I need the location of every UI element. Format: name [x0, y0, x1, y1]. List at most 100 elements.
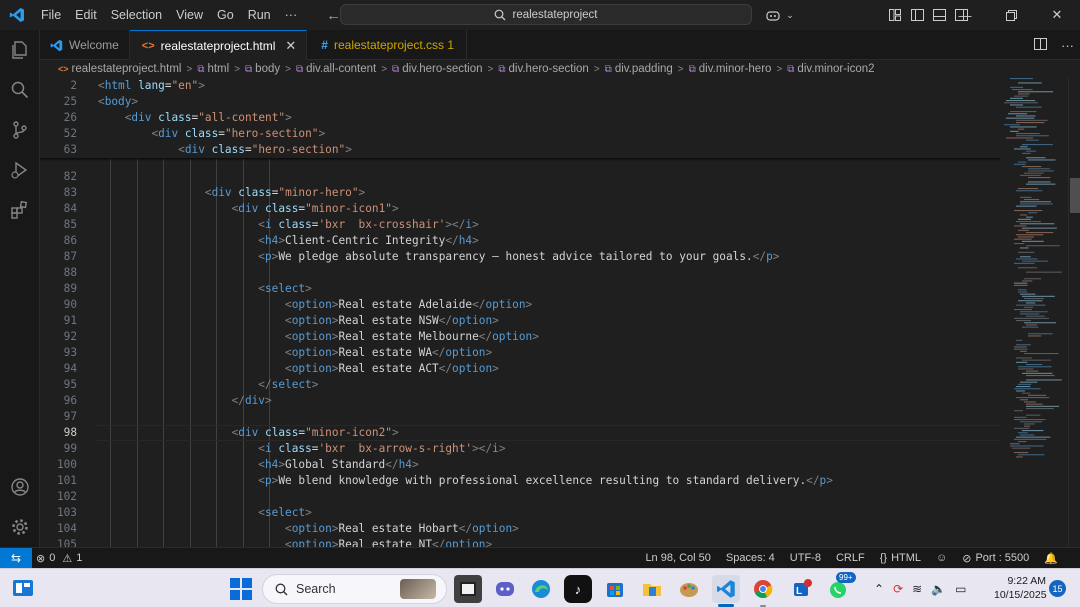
minimize-button[interactable]: —	[942, 0, 988, 30]
vertical-scrollbar[interactable]	[1068, 78, 1080, 547]
menu-view[interactable]: View	[169, 0, 210, 30]
back-arrow-icon[interactable]: ←	[326, 7, 341, 24]
sticky-line[interactable]: 52 <div class="hero-section">	[40, 126, 1000, 142]
explorer-icon[interactable]	[0, 30, 40, 70]
problems-indicator[interactable]: ⊗ 0 ⚠ 1	[36, 548, 82, 568]
teams-icon[interactable]	[491, 575, 519, 603]
language-mode[interactable]: {} HTML	[880, 552, 921, 564]
code-line[interactable]: 87 <p>We pledge absolute transparency — …	[40, 249, 1000, 265]
breadcrumb-body[interactable]: ⧉ body	[245, 63, 280, 75]
edge-icon[interactable]	[527, 575, 555, 603]
explorer-folder-icon[interactable]	[638, 575, 666, 603]
sticky-line[interactable]: 25 <body>	[40, 94, 1000, 110]
menu-go[interactable]: Go	[210, 0, 241, 30]
code-line[interactable]: 86 <h4>Client-Centric Integrity</h4>	[40, 233, 1000, 249]
code-line[interactable]: 88	[40, 265, 1000, 281]
code-line[interactable]: 93 <option>Real estate WA</option>	[40, 345, 1000, 361]
close-window-button[interactable]: ✕	[1034, 0, 1080, 30]
volume-icon[interactable]: 🔈	[931, 582, 946, 596]
file-explorer-icon[interactable]	[454, 575, 482, 603]
notifications-bell-icon[interactable]: 🔔	[1044, 552, 1058, 565]
command-center[interactable]: realestateproject	[340, 4, 752, 25]
vscode-taskbar-icon[interactable]	[712, 575, 740, 603]
code-line[interactable]: 101 <p>We blend knowledge with professio…	[40, 473, 1000, 489]
taskbar-search[interactable]: Search	[262, 574, 447, 604]
code-editor[interactable]: 82 83 <div class="minor-hero"> 84 <div cla…	[40, 78, 1000, 547]
live-server-port[interactable]: ⊘ Port : 5500	[962, 552, 1029, 565]
code-line[interactable]: 96 </div>	[40, 393, 1000, 409]
encoding[interactable]: UTF-8	[790, 552, 821, 564]
tab-realestateproject-html[interactable]: <> realestateproject.html ✕	[129, 30, 308, 60]
split-editor-icon[interactable]	[1034, 37, 1047, 53]
code-line[interactable]: 104 <option>Real estate Hobart</option>	[40, 521, 1000, 537]
start-button[interactable]	[228, 576, 254, 602]
code-line[interactable]: 89 <select>	[40, 281, 1000, 297]
store-icon[interactable]	[601, 575, 629, 603]
menu-run[interactable]: Run	[241, 0, 278, 30]
more-actions-icon[interactable]: ···	[1061, 38, 1074, 53]
code-line[interactable]: 84 <div class="minor-icon1">	[40, 201, 1000, 217]
search-icon[interactable]	[0, 70, 40, 110]
close-tab-icon[interactable]: ✕	[285, 38, 296, 54]
notification-badge[interactable]: 15	[1049, 580, 1066, 597]
menu-more[interactable]: ···	[278, 0, 305, 30]
line-ending[interactable]: CRLF	[836, 552, 865, 564]
breadcrumb-all-content[interactable]: ⧉ div.all-content	[296, 63, 376, 75]
sticky-line[interactable]: 63 <div class="hero-section">	[40, 142, 1000, 158]
tab-realestateproject-css[interactable]: # realestateproject.css 1	[307, 30, 468, 60]
minimap[interactable]	[1000, 78, 1068, 547]
run-debug-icon[interactable]	[0, 150, 40, 190]
breadcrumb-html[interactable]: ⧉ html	[197, 63, 229, 75]
customize-layout-icon[interactable]	[884, 0, 906, 30]
breadcrumb-file[interactable]: <> realestateproject.html	[58, 63, 181, 75]
outlook-icon[interactable]: L	[787, 575, 815, 603]
wifi-icon[interactable]: ≋	[912, 582, 922, 596]
code-line[interactable]: 94 <option>Real estate ACT</option>	[40, 361, 1000, 377]
extensions-icon[interactable]	[0, 190, 40, 230]
chevron-down-icon[interactable]: ⌄	[784, 0, 796, 30]
breadcrumb-minor-icon2[interactable]: ⧉ div.minor-icon2	[787, 63, 874, 75]
whatsapp-icon[interactable]: 99+	[824, 572, 856, 603]
breadcrumb-hero-section-inner[interactable]: ⧉ div.hero-section	[498, 63, 588, 75]
code-line[interactable]: 90 <option>Real estate Adelaide</option>	[40, 297, 1000, 313]
breadcrumb-minor-hero[interactable]: ⧉ div.minor-hero	[689, 63, 772, 75]
menu-edit[interactable]: Edit	[68, 0, 104, 30]
code-line[interactable]: 103 <select>	[40, 505, 1000, 521]
tiktok-icon[interactable]: ♪	[564, 575, 592, 603]
sticky-line[interactable]: 26 <div class="all-content">	[40, 110, 1000, 126]
code-line[interactable]: 92 <option>Real estate Melbourne</option…	[40, 329, 1000, 345]
copilot-status-icon[interactable]: ☺	[936, 552, 947, 564]
battery-icon[interactable]: ▭	[955, 582, 966, 596]
menu-file[interactable]: File	[34, 0, 68, 30]
code-line[interactable]: 105 <option>Real estate NT</option>	[40, 537, 1000, 547]
breadcrumb-padding[interactable]: ⧉ div.padding	[605, 63, 673, 75]
indentation[interactable]: Spaces: 4	[726, 552, 775, 564]
chevron-up-icon[interactable]: ⌃	[874, 582, 884, 596]
breadcrumb-hero-section[interactable]: ⧉ div.hero-section	[392, 63, 482, 75]
code-line[interactable]: 82	[40, 169, 1000, 185]
code-line[interactable]: 99 <i class='bxr bx-arrow-s-right'></i>	[40, 441, 1000, 457]
code-line[interactable]: 98 <div class="minor-icon2">	[40, 425, 1000, 441]
system-clock[interactable]: 9:22 AM 10/15/2025	[994, 574, 1047, 602]
scrollbar-thumb[interactable]	[1070, 178, 1080, 213]
widgets-icon[interactable]	[12, 578, 34, 598]
account-icon[interactable]	[0, 467, 40, 507]
source-control-icon[interactable]	[0, 110, 40, 150]
sticky-scroll[interactable]: 2 <html lang="en"> 25 <body> 26 <div class="…	[40, 78, 1000, 158]
paint-icon[interactable]	[675, 575, 703, 603]
toggle-sidebar-icon[interactable]	[906, 0, 928, 30]
settings-gear-icon[interactable]	[0, 507, 40, 547]
copilot-icon[interactable]	[762, 0, 784, 30]
code-line[interactable]: 100 <h4>Global Standard</h4>	[40, 457, 1000, 473]
chrome-icon[interactable]	[749, 575, 777, 603]
remote-indicator-icon[interactable]: ⇆	[0, 548, 32, 568]
security-icon[interactable]: ⟳	[893, 582, 903, 596]
cursor-position[interactable]: Ln 98, Col 50	[645, 552, 710, 564]
code-line[interactable]: 95 </select>	[40, 377, 1000, 393]
code-line[interactable]: 102	[40, 489, 1000, 505]
code-line[interactable]: 85 <i class='bxr bx-crosshair'></i>	[40, 217, 1000, 233]
code-line[interactable]: 97	[40, 409, 1000, 425]
menu-selection[interactable]: Selection	[104, 0, 169, 30]
code-line[interactable]: 91 <option>Real estate NSW</option>	[40, 313, 1000, 329]
restore-button[interactable]	[988, 0, 1034, 30]
